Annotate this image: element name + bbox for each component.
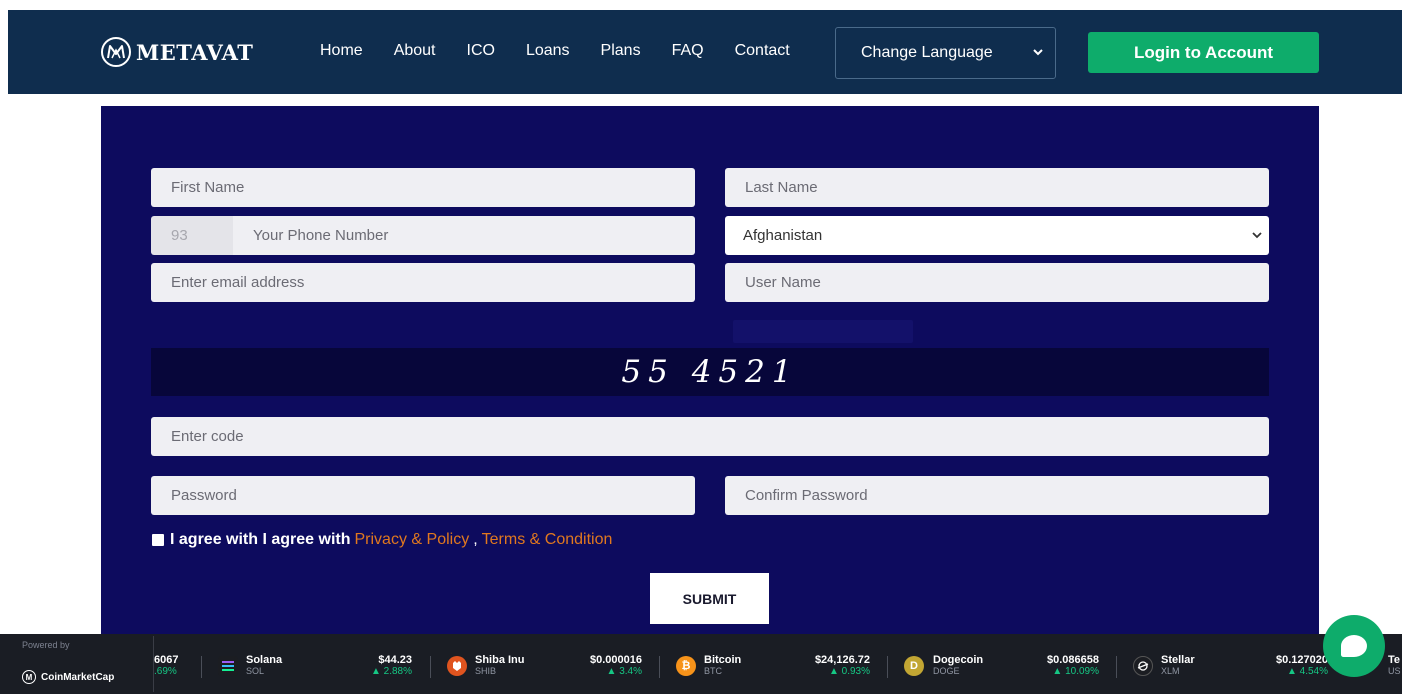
language-select-label: Change Language bbox=[861, 44, 993, 61]
confirm-password-field[interactable]: Confirm Password bbox=[725, 476, 1269, 515]
live-chat-button[interactable] bbox=[1323, 615, 1385, 677]
agree-terms-row: I agree with I agree with Privacy & Poli… bbox=[152, 531, 612, 549]
coin-change: ▲ 4.54% bbox=[1286, 666, 1328, 677]
brand-logo[interactable]: METAVAT bbox=[100, 36, 253, 68]
submit-button[interactable]: SUBMIT bbox=[650, 573, 769, 624]
change-language-select[interactable]: Change Language bbox=[835, 27, 1056, 79]
coin-name: Te bbox=[1388, 654, 1401, 666]
comma-separator: , bbox=[473, 531, 478, 548]
coinmarketcap-name: CoinMarketCap bbox=[41, 671, 115, 683]
ticker-separator bbox=[659, 656, 660, 678]
crypto-ticker: Powered by M CoinMarketCap 6067 .69% Sol… bbox=[0, 634, 1402, 694]
country-selected-value: Afghanistan bbox=[743, 227, 823, 244]
chevron-down-icon bbox=[1252, 232, 1262, 239]
nav-ico[interactable]: ICO bbox=[467, 42, 495, 60]
captcha-image: 55 4521 bbox=[151, 348, 1269, 396]
ticker-coin-stellar[interactable]: Stellar XLM bbox=[1161, 654, 1195, 684]
bitcoin-icon: ₿ bbox=[676, 656, 696, 676]
coin-price: $0.086658 bbox=[1047, 654, 1099, 666]
chat-bubble-icon bbox=[1341, 635, 1367, 657]
ticker-value-solana: $44.23 ▲ 2.88% bbox=[352, 654, 412, 677]
coin-name: Bitcoin bbox=[704, 654, 742, 666]
coin-price: $0.000016 bbox=[590, 654, 642, 666]
top-navbar: METAVAT Home About ICO Loans Plans FAQ C… bbox=[8, 10, 1402, 94]
coin-symbol: SOL bbox=[246, 666, 265, 676]
ticker-separator bbox=[430, 656, 431, 678]
coin-change: ▲ 0.93% bbox=[828, 666, 870, 677]
brand-name: METAVAT bbox=[136, 39, 254, 65]
ticker-value-dogecoin: $0.086658 ▲ 10.09% bbox=[1025, 654, 1099, 677]
nav-links: Home About ICO Loans Plans FAQ Contact bbox=[320, 42, 821, 60]
agree-checkbox[interactable] bbox=[152, 534, 164, 546]
coin-name: Shiba Inu bbox=[475, 654, 525, 666]
privacy-policy-link[interactable]: Privacy & Policy bbox=[355, 531, 470, 549]
metavat-logo-icon bbox=[101, 37, 131, 67]
chevron-down-icon bbox=[1033, 49, 1043, 56]
nav-plans[interactable]: Plans bbox=[601, 42, 641, 60]
coin-name: Dogecoin bbox=[933, 654, 984, 666]
coin-price: $44.23 bbox=[378, 654, 412, 666]
country-select[interactable]: Afghanistan bbox=[725, 216, 1269, 255]
nav-loans[interactable]: Loans bbox=[526, 42, 570, 60]
coin-price: $0.127020 bbox=[1276, 654, 1328, 666]
powered-by-label: Powered by bbox=[22, 640, 70, 650]
ticker-coin-solana[interactable]: Solana SOL bbox=[246, 654, 282, 684]
coin-symbol: BTC bbox=[704, 666, 722, 676]
coin-change: ▲ 10.09% bbox=[1052, 666, 1099, 677]
coin-change: ▲ 3.4% bbox=[606, 666, 642, 677]
username-field[interactable]: User Name bbox=[725, 263, 1269, 302]
coin-name: Stellar bbox=[1161, 654, 1195, 666]
login-button[interactable]: Login to Account bbox=[1088, 32, 1319, 73]
ticker-coin-shiba-inu[interactable]: Shiba Inu SHIB bbox=[475, 654, 525, 684]
nav-faq[interactable]: FAQ bbox=[672, 42, 704, 60]
nav-about[interactable]: About bbox=[394, 42, 436, 60]
solana-icon bbox=[218, 656, 238, 676]
coin-name: Solana bbox=[246, 654, 283, 666]
ticker-value-bitcoin: $24,126.72 ▲ 0.93% bbox=[790, 654, 870, 677]
coinmarketcap-logo[interactable]: M CoinMarketCap bbox=[22, 670, 114, 684]
email-field[interactable]: Enter email address bbox=[151, 263, 695, 302]
captcha-text: 55 4521 bbox=[621, 354, 799, 390]
last-name-field[interactable]: Last Name bbox=[725, 168, 1269, 207]
phone-country-code: 93 bbox=[151, 216, 233, 255]
ticker-coin-bitcoin[interactable]: Bitcoin BTC bbox=[704, 654, 741, 684]
ticker-separator bbox=[201, 656, 202, 678]
ticker-value-stellar: $0.127020 ▲ 4.54% bbox=[1254, 654, 1328, 677]
ticker-separator bbox=[887, 656, 888, 678]
register-form-panel: First Name Last Name 93 Your Phone Numbe… bbox=[101, 106, 1319, 634]
password-field[interactable]: Password bbox=[151, 476, 695, 515]
stellar-icon bbox=[1133, 656, 1153, 676]
agree-label: I agree with I agree with bbox=[170, 531, 351, 548]
phone-number-field[interactable]: Your Phone Number bbox=[233, 216, 695, 255]
ticker-value-shiba-inu: $0.000016 ▲ 3.4% bbox=[572, 654, 642, 677]
first-name-field[interactable]: First Name bbox=[151, 168, 695, 207]
ticker-coin-dogecoin[interactable]: Dogecoin DOGE bbox=[933, 654, 983, 684]
shiba-icon bbox=[447, 656, 467, 676]
faded-tooltip bbox=[733, 320, 913, 343]
page: METAVAT Home About ICO Loans Plans FAQ C… bbox=[0, 0, 1402, 694]
ticker-separator bbox=[1116, 656, 1117, 678]
dogecoin-icon: D bbox=[904, 656, 924, 676]
coin-price: 6067 bbox=[154, 654, 179, 666]
ticker-partial-coin: 6067 .69% bbox=[154, 654, 184, 677]
coin-change: .69% bbox=[154, 666, 177, 677]
coin-change: ▲ 2.88% bbox=[370, 666, 412, 677]
nav-contact[interactable]: Contact bbox=[735, 42, 790, 60]
coin-symbol: XLM bbox=[1161, 666, 1180, 676]
coin-symbol: SHIB bbox=[475, 666, 497, 676]
coinmarketcap-icon: M bbox=[22, 670, 36, 684]
coin-symbol: DOGE bbox=[933, 666, 960, 676]
nav-home[interactable]: Home bbox=[320, 42, 363, 60]
coin-price: $24,126.72 bbox=[814, 654, 870, 666]
coin-symbol: US bbox=[1388, 666, 1401, 676]
terms-condition-link[interactable]: Terms & Condition bbox=[482, 531, 613, 549]
captcha-code-field[interactable]: Enter code bbox=[151, 417, 1269, 456]
ticker-coin-partial[interactable]: Te US bbox=[1388, 654, 1401, 684]
